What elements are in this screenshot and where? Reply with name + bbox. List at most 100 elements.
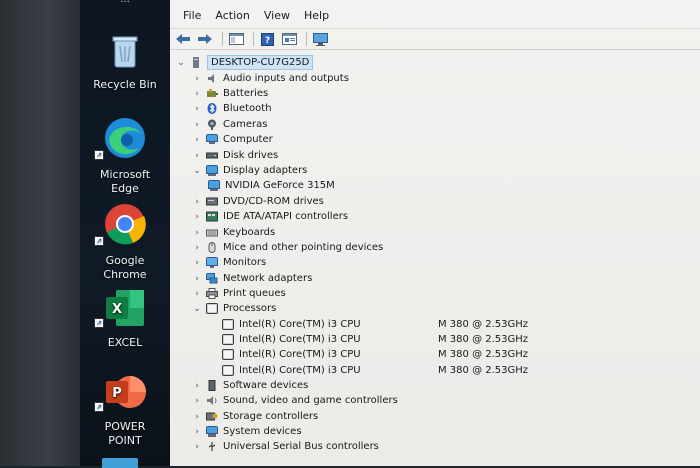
processor-model: Intel(R) Core(TM) i3 CPU <box>239 365 361 376</box>
tree-device-display-adapter[interactable]: NVIDIA GeForce 315M <box>208 178 335 193</box>
tree-category-label: System devices <box>223 426 302 437</box>
collapse-chevron-icon[interactable]: ⌄ <box>192 304 202 314</box>
expand-chevron-icon[interactable]: › <box>192 74 202 84</box>
tree-category-processors[interactable]: ⌄ Processors <box>192 301 276 316</box>
edge-icon <box>105 118 145 158</box>
tree-category-ide-controllers[interactable]: › IDE ATA/ATAPI controllers <box>192 209 348 224</box>
tree-root[interactable]: ⌄ DESKTOP-CU7G25D <box>176 55 314 70</box>
desktop-icon-label: EXCEL <box>107 336 143 349</box>
monitor-scan-icon <box>312 32 328 46</box>
expand-chevron-icon[interactable]: › <box>192 228 202 238</box>
desktop-icon-edge[interactable]: ↗ Microsoft Edge <box>80 116 170 196</box>
help-button[interactable]: ? <box>258 31 276 47</box>
tree-category-mice[interactable]: › Mice and other pointing devices <box>192 240 383 255</box>
tree-device-processor[interactable]: Intel(R) Core(TM) i3 CPU M 380 @ 2.53GHz <box>222 347 528 362</box>
expand-chevron-icon[interactable]: › <box>192 197 202 207</box>
forward-arrow-icon <box>198 34 212 44</box>
printer-icon <box>206 288 218 299</box>
expand-chevron-icon[interactable]: › <box>192 274 202 284</box>
processor-icon <box>222 319 234 330</box>
tree-category-label: Storage controllers <box>223 411 319 422</box>
processor-icon <box>222 349 234 360</box>
scan-hardware-button[interactable] <box>311 31 329 47</box>
expand-chevron-icon[interactable]: › <box>192 396 202 406</box>
properties-button[interactable] <box>280 31 298 47</box>
chrome-icon <box>105 204 146 245</box>
computer-root-icon <box>193 57 199 68</box>
powerpoint-icon: P <box>106 376 146 408</box>
expand-chevron-icon[interactable]: › <box>192 289 202 299</box>
desktop-icon-label: POWER POINT <box>104 420 146 447</box>
tree-device-processor[interactable]: Intel(R) Core(TM) i3 CPU M 380 @ 2.53GHz <box>222 317 528 332</box>
shortcut-arrow-icon: ↗ <box>94 236 104 246</box>
tree-category-computer[interactable]: › Computer <box>192 132 273 147</box>
speaker-icon <box>208 74 214 83</box>
expand-chevron-icon[interactable]: › <box>192 89 202 99</box>
expand-chevron-icon[interactable]: › <box>192 258 202 268</box>
tree-category-network-adapters[interactable]: › Network adapters <box>192 271 312 286</box>
software-device-icon <box>208 380 216 391</box>
forward-button[interactable] <box>196 31 214 47</box>
tree-category-audio[interactable]: › Audio inputs and outputs <box>192 71 349 86</box>
collapse-chevron-icon[interactable]: ⌄ <box>192 166 202 176</box>
menu-help[interactable]: Help <box>297 6 336 26</box>
menu-view[interactable]: View <box>257 6 297 26</box>
menu-file[interactable]: File <box>176 6 208 26</box>
desktop-icon-label: Microsoft Edge <box>99 168 151 195</box>
desktop-icon-excel[interactable]: X ↗ EXCEL <box>80 288 170 350</box>
partial-desktop-icon <box>102 458 138 468</box>
tree-category-dvd-drives[interactable]: › DVD/CD-ROM drives <box>192 194 324 209</box>
expand-chevron-icon[interactable]: › <box>192 212 202 222</box>
tree-category-batteries[interactable]: › Batteries <box>192 86 268 101</box>
expand-chevron-icon[interactable]: › <box>192 381 202 391</box>
tree-category-storage-controllers[interactable]: › Storage controllers <box>192 409 318 424</box>
tree-category-display-adapters[interactable]: ⌄ Display adapters <box>192 163 307 178</box>
tree-category-monitors[interactable]: › Monitors <box>192 255 266 270</box>
expand-chevron-icon[interactable]: › <box>192 120 202 130</box>
processor-icon <box>206 303 218 314</box>
processor-icon <box>222 365 234 376</box>
excel-icon: X <box>106 290 144 326</box>
display-adapter-icon <box>206 165 218 176</box>
tree-category-system-devices[interactable]: › System devices <box>192 424 302 439</box>
tree-category-keyboards[interactable]: › Keyboards <box>192 225 275 240</box>
tree-category-label: Sound, video and game controllers <box>223 395 398 406</box>
tree-device-processor[interactable]: Intel(R) Core(TM) i3 CPU M 380 @ 2.53GHz <box>222 332 528 347</box>
tree-category-label: Computer <box>223 134 273 145</box>
desktop-icon-powerpoint[interactable]: P ↗ POWER POINT <box>80 372 170 448</box>
desktop-area: ... Recycle Bin ↗ Microsoft Edge ↗ Googl… <box>80 0 170 468</box>
tree-category-label: Print queues <box>223 288 286 299</box>
tree-category-label: Universal Serial Bus controllers <box>223 441 379 452</box>
toolbar: ? <box>170 28 700 50</box>
show-hide-tree-button[interactable] <box>227 31 245 47</box>
collapse-chevron-icon[interactable]: ⌄ <box>176 58 186 68</box>
tree-category-disk-drives[interactable]: › Disk drives <box>192 148 278 163</box>
tree-category-label: Bluetooth <box>223 103 272 114</box>
tree-category-usb-controllers[interactable]: › Universal Serial Bus controllers <box>192 439 379 454</box>
desktop-icon-chrome[interactable]: ↗ Google Chrome <box>80 202 170 282</box>
expand-chevron-icon[interactable]: › <box>192 243 202 253</box>
expand-chevron-icon[interactable]: › <box>192 427 202 437</box>
expand-chevron-icon[interactable]: › <box>192 442 202 452</box>
tree-category-sound-controllers[interactable]: › Sound, video and game controllers <box>192 393 398 408</box>
expand-chevron-icon[interactable]: › <box>192 412 202 422</box>
tree-category-label: Audio inputs and outputs <box>223 73 349 84</box>
tree-category-label: Monitors <box>223 257 267 268</box>
tree-category-label: Network adapters <box>223 273 313 284</box>
expand-chevron-icon[interactable]: › <box>192 135 202 145</box>
tree-device-processor[interactable]: Intel(R) Core(TM) i3 CPU M 380 @ 2.53GHz <box>222 363 528 378</box>
expand-chevron-icon[interactable]: › <box>192 104 202 114</box>
tree-category-print-queues[interactable]: › Print queues <box>192 286 286 301</box>
desktop-icon-recycle-bin[interactable]: Recycle Bin <box>80 32 170 92</box>
monitor-icon <box>206 257 218 268</box>
tree-category-label: DVD/CD-ROM drives <box>223 196 324 207</box>
computer-icon <box>206 134 218 144</box>
menu-action[interactable]: Action <box>208 6 256 26</box>
expand-chevron-icon[interactable]: › <box>192 151 202 161</box>
tree-category-cameras[interactable]: › Cameras <box>192 117 267 132</box>
screen-bezel <box>0 0 88 466</box>
tree-category-bluetooth[interactable]: › Bluetooth <box>192 101 272 116</box>
bluetooth-icon <box>207 103 217 114</box>
tree-category-software-devices[interactable]: › Software devices <box>192 378 308 393</box>
back-button[interactable] <box>174 31 192 47</box>
